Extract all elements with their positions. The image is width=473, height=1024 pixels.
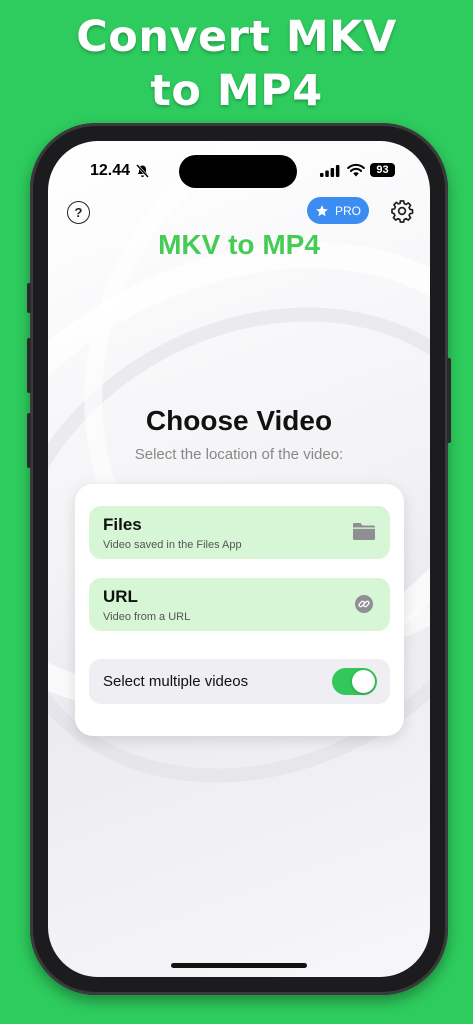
phone-frame: 12.44 93 ? PRO MKV to MP4 Choose Video S… [27,123,451,995]
page-title: Choose Video [145,405,333,436]
promo-line-2: to MP4 [150,66,323,116]
cellular-signal-icon [320,165,340,177]
pro-label: PRO [334,203,361,218]
star-icon [316,204,328,216]
files-option-subtitle: Video saved in the Files App [103,539,242,551]
multi-select-row: Select multiple videos [89,659,390,704]
bell-muted-icon [136,164,149,178]
status-time: 12.44 [90,162,131,179]
url-option-subtitle: Video from a URL [103,611,191,623]
folder-icon [353,523,375,540]
gear-icon[interactable] [390,199,414,223]
volume-up-button [27,338,31,393]
dynamic-island [179,155,297,188]
home-indicator[interactable] [171,963,307,968]
multi-select-label: Select multiple videos [103,673,249,690]
link-icon [355,595,373,613]
page-subtitle: Select the location of the video: [134,446,344,463]
toggle-knob [352,670,375,693]
action-button [27,283,31,313]
multi-select-toggle[interactable] [332,668,377,695]
source-card: Files Video saved in the Files App URL V… [75,484,404,736]
volume-down-button [27,413,31,468]
help-button[interactable]: ? [67,201,90,224]
promo-line-1: Convert MKV [76,12,397,62]
files-option[interactable]: Files Video saved in the Files App [89,506,390,559]
battery-indicator: 93 [370,163,395,177]
url-option[interactable]: URL Video from a URL [89,578,390,631]
url-option-title: URL [103,587,138,606]
pro-button[interactable]: PRO [307,197,369,224]
app-screen: 12.44 93 ? PRO MKV to MP4 Choose Video S… [48,141,430,977]
power-button [447,358,451,443]
promo-headline: Convert MKV to MP4 [0,10,473,118]
wifi-icon [347,163,365,177]
app-title: MKV to MP4 [158,229,320,260]
files-option-title: Files [103,515,142,534]
